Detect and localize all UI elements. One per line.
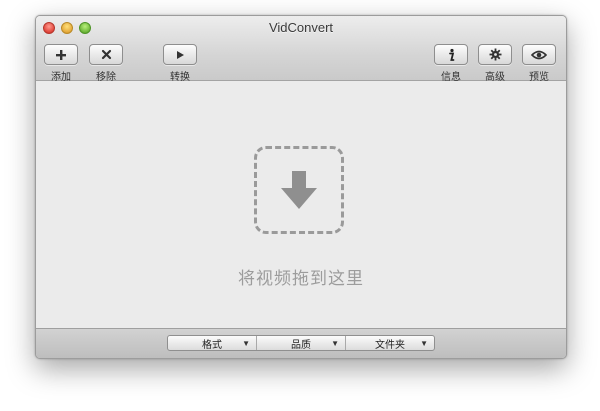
- add-button[interactable]: 添加: [44, 44, 78, 83]
- drop-hint-text: 将视频拖到这里: [238, 269, 364, 288]
- settings-segmented-control: 格式 ▼ 品质 ▼ 文件夹 ▼: [167, 335, 435, 351]
- plus-icon: [56, 49, 66, 60]
- gear-icon: [489, 48, 501, 61]
- format-label: 格式: [202, 339, 222, 351]
- quality-dropdown[interactable]: 品质 ▼: [256, 336, 345, 351]
- play-icon: [177, 50, 184, 59]
- folder-dropdown[interactable]: 文件夹 ▼: [345, 336, 434, 351]
- add-button-frame[interactable]: [44, 44, 78, 65]
- info-icon: [449, 48, 455, 61]
- remove-button-frame[interactable]: [89, 44, 123, 65]
- quality-label: 品质: [291, 339, 311, 351]
- x-icon: [101, 49, 111, 60]
- triangle-down-icon: ▼: [242, 339, 250, 348]
- preview-button[interactable]: 预览: [522, 44, 556, 83]
- download-arrow-icon: [281, 171, 317, 209]
- window-title: VidConvert: [268, 20, 334, 35]
- titlebar-toolbar: VidConvert 添加 移除 转换 信息 高级 预览: [36, 16, 566, 83]
- eye-icon: [531, 50, 547, 59]
- info-button-frame[interactable]: [434, 44, 468, 65]
- preview-button-frame[interactable]: [522, 44, 556, 65]
- advanced-button-frame[interactable]: [478, 44, 512, 65]
- bottom-bar: 格式 ▼ 品质 ▼ 文件夹 ▼: [36, 328, 566, 358]
- triangle-down-icon: ▼: [331, 339, 339, 348]
- convert-button[interactable]: 转换: [163, 44, 197, 83]
- advanced-button[interactable]: 高级: [478, 44, 512, 83]
- main-window: VidConvert 添加 移除 转换 信息 高级 预览 将视频拖到这里 格式 …: [35, 15, 567, 359]
- info-button[interactable]: 信息: [434, 44, 468, 83]
- triangle-down-icon: ▼: [420, 339, 428, 348]
- format-dropdown[interactable]: 格式 ▼: [168, 336, 256, 351]
- folder-label: 文件夹: [375, 339, 405, 351]
- convert-button-frame[interactable]: [163, 44, 197, 65]
- remove-button[interactable]: 移除: [89, 44, 123, 83]
- drop-area[interactable]: 将视频拖到这里: [36, 81, 566, 328]
- dropzone-frame: [254, 146, 344, 234]
